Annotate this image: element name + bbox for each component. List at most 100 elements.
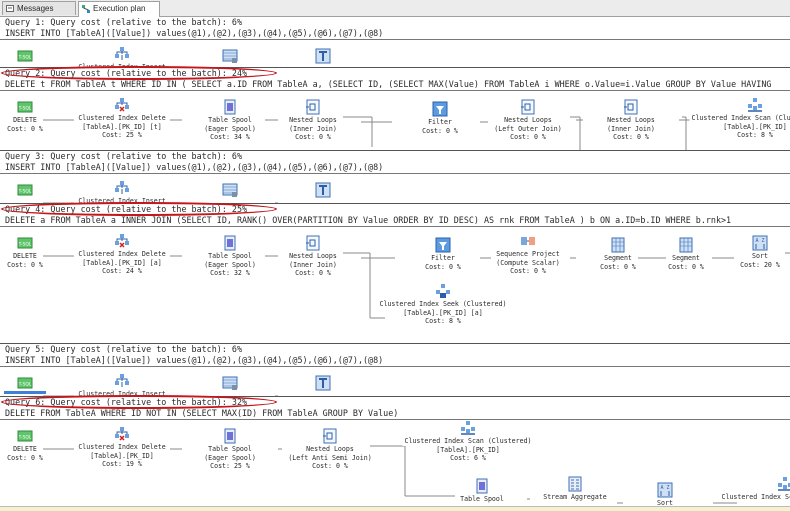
nested-loops-icon[interactable] (305, 235, 321, 251)
operator-text: Filter (429, 254, 457, 263)
sequence-project-icon[interactable] (520, 233, 536, 249)
sort-icon[interactable]: A Z (657, 482, 673, 498)
operator-text: Clustered Index Delete (76, 250, 168, 259)
table-spool-icon[interactable] (222, 235, 238, 251)
svg-text:T-SQL: T-SQL (18, 106, 32, 112)
plan-operator-label[interactable]: Clustered Index Scan (Clustered)[TableA]… (402, 437, 534, 463)
tsql-icon[interactable]: T-SQL (17, 235, 33, 251)
operator-text: Nested Loops (287, 116, 339, 125)
plan-operator-label[interactable]: Clustered Index Seek (Clustered) [TableA]… (377, 300, 509, 326)
plan-operator-label[interactable]: Clustered Index Delete [TableA].[PK_ID] Co… (76, 443, 168, 469)
operator-text: Sort (750, 252, 770, 261)
table-scan-icon[interactable] (222, 182, 238, 198)
plan-operator-label[interactable]: Clustered Index Scan (Clustered)[TableA]… (689, 114, 790, 140)
clustered-index-delete-icon[interactable] (114, 97, 130, 113)
operator-text: [TableA].[PK_ID] [a] (80, 258, 164, 267)
operator-text: [TableA].[PK_ID] (88, 451, 156, 460)
query-separator (0, 150, 790, 151)
clustered-index-insert-icon[interactable] (114, 373, 130, 389)
plan-operator-label[interactable]: Clustered Index Delete [TableA].[PK_ID] [… (76, 114, 168, 140)
operator-text: Cost: 6 % (448, 454, 488, 463)
plan-operator-label[interactable]: Clustered Index Scan (Clustered) (719, 493, 790, 502)
operator-text: (Inner Join) (287, 124, 339, 133)
plan-operator-label[interactable]: Segment Cost: 0 % (666, 254, 706, 271)
query-separator (0, 203, 790, 204)
plan-operator-label[interactable]: DELETE Cost: 0 % (5, 445, 45, 462)
plan-operator-label[interactable]: Nested Loops (Left Anti Semi Join) Cost: 0… (286, 445, 374, 471)
table-scan-icon[interactable] (222, 375, 238, 391)
operator-text: Cost: 0 % (5, 260, 45, 269)
operator-text: Cost: 24 % (100, 267, 144, 276)
plan-operator-label[interactable]: Sort (655, 499, 675, 506)
operator-text: DELETE (11, 252, 39, 261)
clustered-index-scan-icon[interactable] (777, 476, 790, 492)
operator-text: Clustered Index Scan (Clustered) (719, 493, 790, 502)
tab-messages[interactable]: Messages (2, 1, 76, 15)
operator-text: (Eager Spool) (202, 453, 258, 462)
operator-text: Stream Aggregate (541, 493, 609, 502)
plan-operator-label[interactable]: Clustered Index Delete [TableA].[PK_ID] [… (76, 250, 168, 276)
tsql-icon[interactable]: T-SQL (17, 182, 33, 198)
plan-operator-label[interactable]: Stream Aggregate (541, 493, 609, 502)
plan-operator-label[interactable]: Filter Cost: 0 % (420, 118, 460, 135)
operator-text: [TableA].[PK_ID] (434, 445, 502, 454)
nested-loops-icon[interactable] (305, 99, 321, 115)
plan-operator-label[interactable]: Sort Cost: 20 % (738, 252, 782, 269)
plan-operator-label[interactable]: Nested Loops (Inner Join) Cost: 0 % (605, 116, 657, 142)
results-tab-bar: Messages Execution plan (0, 0, 790, 17)
clustered-index-insert-icon[interactable] (114, 46, 130, 62)
operator-text: Table Spool (206, 445, 254, 454)
plan-operator-label[interactable]: Table Spool (458, 495, 506, 504)
plan-operator-label[interactable]: Table Spool (Eager Spool) Cost: 34 % (202, 116, 258, 142)
clustered-index-seek-icon[interactable] (435, 283, 451, 299)
plan-operator-label[interactable]: Sequence Project (Compute Scalar) Cost: 0 … (494, 250, 562, 276)
svg-text:A Z: A Z (660, 485, 669, 491)
tsql-icon[interactable]: T-SQL (17, 375, 33, 391)
tsql-icon[interactable]: T-SQL (17, 428, 33, 444)
query-plan-2: Query 2: Query cost (relative to the bat… (0, 67, 790, 150)
operator-text: Cost: 0 % (293, 133, 333, 142)
plan-operator-label[interactable]: Table Spool (Eager Spool) Cost: 25 % (202, 445, 258, 471)
plan-operator-label[interactable]: Segment Cost: 0 % (598, 254, 638, 271)
constant-scan-icon[interactable] (315, 182, 331, 198)
operator-text: Cost: 8 % (735, 131, 775, 140)
clustered-index-delete-icon[interactable] (114, 233, 130, 249)
clustered-index-insert-icon[interactable] (114, 180, 130, 196)
table-scan-icon[interactable] (222, 48, 238, 64)
plan-operator-label[interactable]: Nested Loops (Inner Join) Cost: 0 % (287, 116, 339, 142)
stream-aggregate-icon[interactable] (567, 476, 583, 492)
constant-scan-icon[interactable] (315, 375, 331, 391)
plan-operator-label[interactable]: DELETE Cost: 0 % (5, 116, 45, 133)
clustered-index-scan-icon[interactable] (747, 97, 763, 113)
table-spool-icon[interactable] (474, 478, 490, 494)
clustered-index-delete-icon[interactable] (114, 426, 130, 442)
segment-icon[interactable] (678, 237, 694, 253)
nested-loops-icon[interactable] (520, 99, 536, 115)
plan-operator-label[interactable]: Table Spool (Eager Spool) Cost: 32 % (202, 252, 258, 278)
tsql-icon[interactable]: T-SQL (17, 48, 33, 64)
filter-icon[interactable] (435, 237, 451, 253)
operator-text: Cost: 0 % (310, 462, 350, 471)
horizontal-scrollbar-thumb[interactable] (4, 391, 46, 394)
tab-execution-plan[interactable]: Execution plan (78, 1, 160, 17)
table-spool-icon[interactable] (222, 99, 238, 115)
clustered-index-scan-icon[interactable] (460, 420, 476, 436)
nested-loops-icon[interactable] (623, 99, 639, 115)
plan-operator-label[interactable]: Filter Cost: 0 % (423, 254, 463, 271)
operator-text: Cost: 32 % (208, 269, 252, 278)
tsql-icon[interactable]: T-SQL (17, 99, 33, 115)
operator-text: Sequence Project (494, 250, 562, 259)
operator-text: Cost: 19 % (100, 460, 144, 469)
segment-icon[interactable] (610, 237, 626, 253)
nested-loops-icon[interactable] (322, 428, 338, 444)
sort-icon[interactable]: A Z (752, 235, 768, 251)
plan-operator-label[interactable]: Nested Loops (Left Outer Join) Cost: 0 % (492, 116, 564, 142)
plan-operator-label[interactable]: DELETE Cost: 0 % (5, 252, 45, 269)
plan-operator-label[interactable]: Nested Loops (Inner Join) Cost: 0 % (287, 252, 339, 278)
tab-messages-label: Messages (17, 4, 54, 13)
operator-text: Clustered Index Scan (Clustered) (402, 437, 534, 446)
constant-scan-icon[interactable] (315, 48, 331, 64)
filter-icon[interactable] (432, 101, 448, 117)
operator-text: Clustered Index Seek (Clustered) (377, 300, 509, 309)
table-spool-icon[interactable] (222, 428, 238, 444)
